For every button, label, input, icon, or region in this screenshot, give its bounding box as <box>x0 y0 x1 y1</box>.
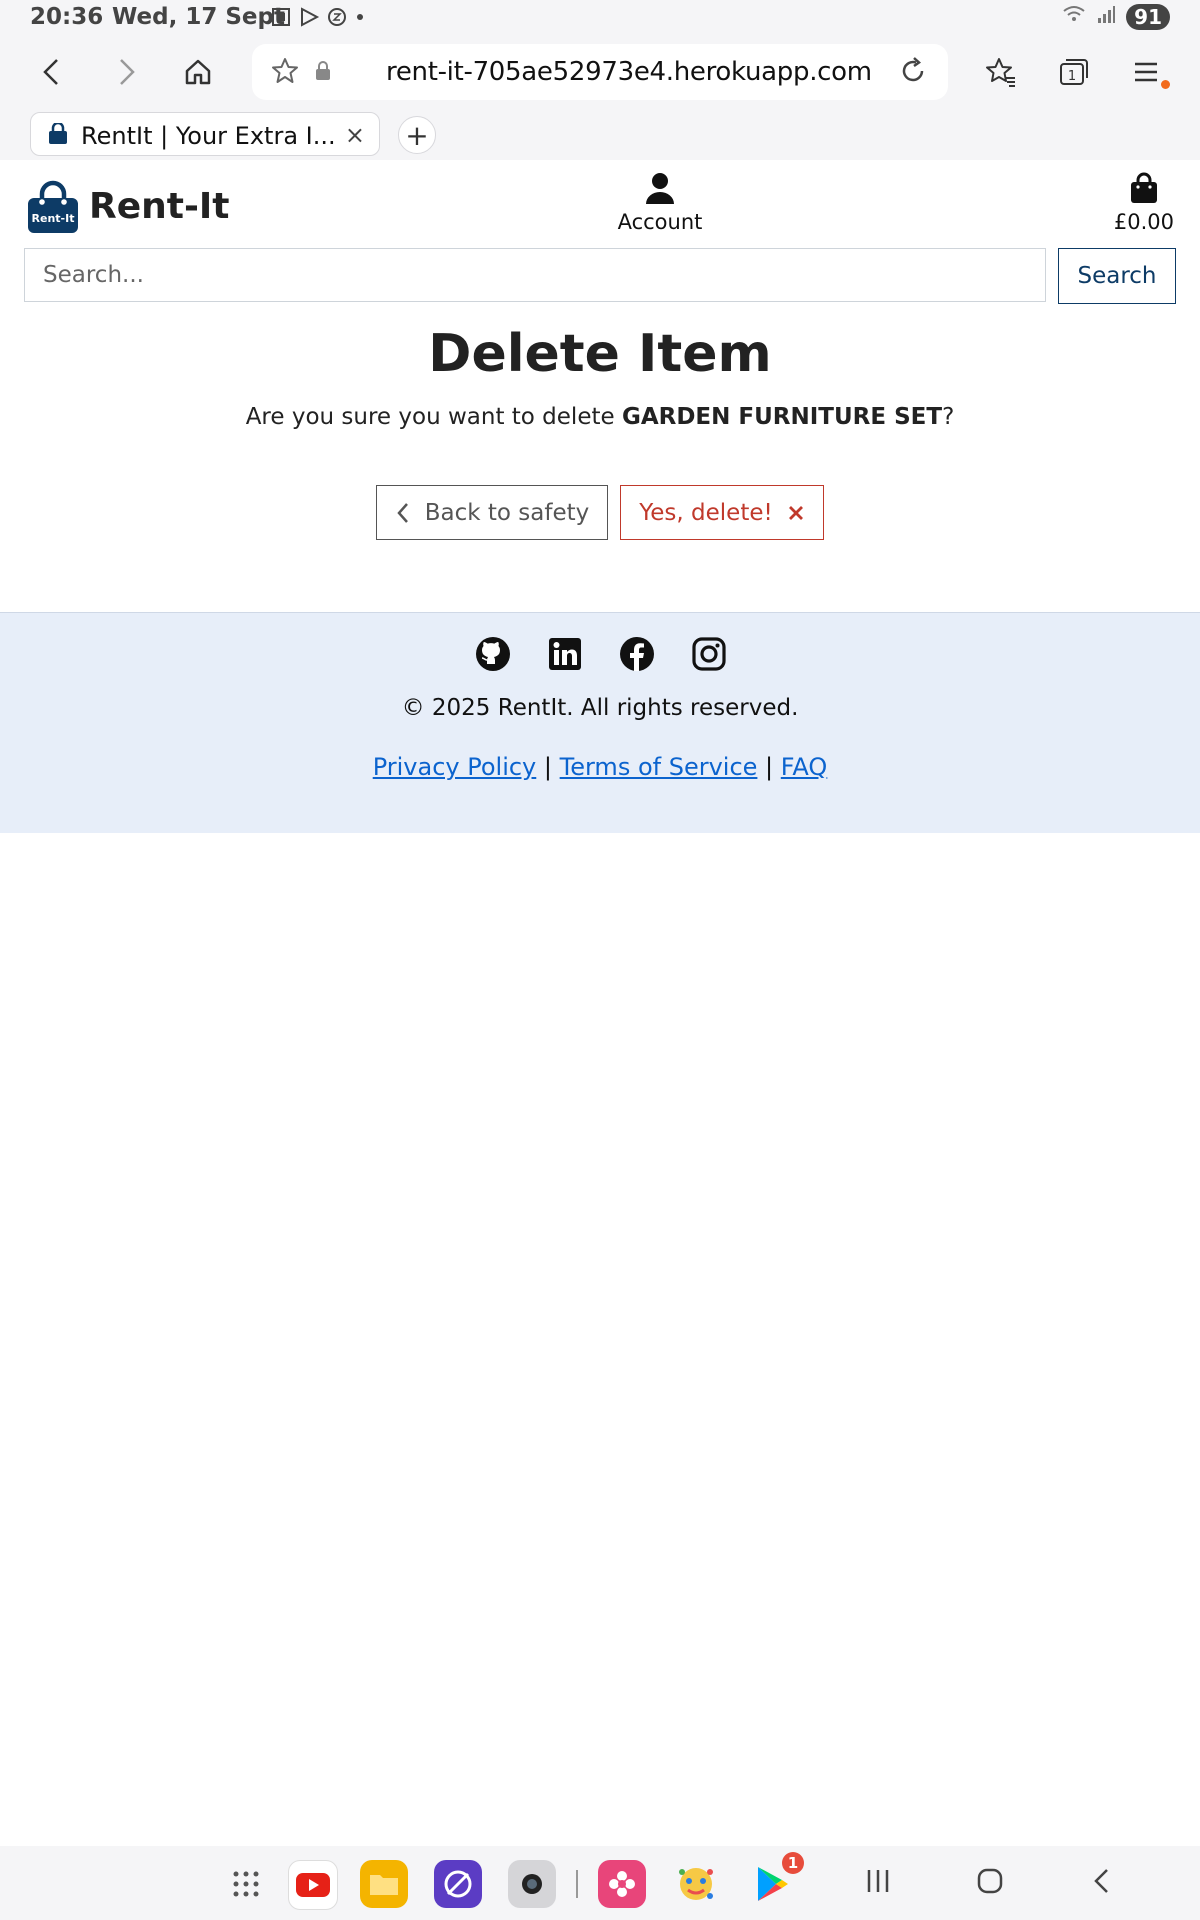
hamburger-menu-icon <box>1135 62 1157 82</box>
bookmarks-button[interactable] <box>979 50 1023 94</box>
link-separator: | <box>765 753 774 781</box>
bookmarks-star-icon <box>986 58 1015 87</box>
screenshot-icon <box>270 6 292 28</box>
camera-icon[interactable] <box>508 1860 556 1908</box>
bag-logo-icon: Rent-It <box>28 180 78 233</box>
tab-strip: RentIt | Your Extra I... × + <box>0 108 1200 160</box>
back-button[interactable] <box>1090 1866 1114 1900</box>
terms-of-service-link[interactable]: Terms of Service <box>560 753 758 781</box>
back-button-label: Back to safety <box>424 499 590 526</box>
back-nav-button[interactable] <box>30 50 74 94</box>
menu-notification-dot <box>1161 80 1170 89</box>
bookmark-star-icon[interactable] <box>270 56 300 90</box>
files-icon[interactable] <box>360 1860 408 1908</box>
home-nav-button[interactable] <box>976 1866 1004 1900</box>
github-icon[interactable] <box>474 635 512 673</box>
page-title: Delete Item <box>428 324 772 384</box>
kids-app-icon[interactable] <box>672 1860 720 1908</box>
basket-total: £0.00 <box>1113 210 1174 234</box>
dock-separator <box>576 1870 578 1898</box>
basket-link[interactable]: £0.00 <box>1114 172 1174 234</box>
new-tab-button[interactable]: + <box>398 116 436 154</box>
social-links <box>474 635 728 673</box>
favicon-bag-icon <box>47 121 69 149</box>
app-drawer-icon[interactable] <box>222 1860 270 1908</box>
browser-toolbar: rent-it-705ae52973e4.herokuapp.com 1 <box>0 36 1200 108</box>
recents-icon <box>867 1870 889 1892</box>
android-dock: 1 <box>0 1846 1200 1920</box>
tab-close-icon[interactable]: × <box>345 121 365 149</box>
question-prefix: Are you sure you want to delete <box>245 404 622 430</box>
status-date: Wed, 17 Sept <box>112 4 285 30</box>
home-circle-icon <box>977 1868 1003 1894</box>
recents-button[interactable] <box>864 1866 892 1900</box>
dot-icon <box>354 6 366 28</box>
tabs-icon: 1 <box>1060 59 1088 85</box>
brand-name[interactable]: Rent-It <box>89 186 230 227</box>
logo-text: Rent-It <box>32 212 75 225</box>
play-icon <box>298 6 320 28</box>
home-button[interactable] <box>176 50 220 94</box>
link-separator: | <box>543 753 552 781</box>
user-icon <box>646 173 674 204</box>
back-chevron-icon <box>1094 1869 1108 1893</box>
bedtime-icon <box>326 6 348 28</box>
delete-button-label: Yes, delete! <box>639 499 773 526</box>
account-label: Account <box>617 210 703 234</box>
home-icon <box>185 59 211 85</box>
brand-logo[interactable]: Rent-It <box>26 180 80 238</box>
facebook-icon[interactable] <box>618 635 656 673</box>
question-suffix: ? <box>942 404 955 430</box>
gallery-icon[interactable] <box>598 1860 646 1908</box>
wifi-icon <box>1062 4 1086 30</box>
search-input[interactable] <box>24 248 1046 302</box>
back-to-safety-button[interactable]: Back to safety <box>376 485 608 540</box>
reload-icon[interactable] <box>898 56 928 90</box>
linkedin-icon[interactable] <box>546 635 584 673</box>
instagram-icon[interactable] <box>690 635 728 673</box>
close-x-icon <box>788 505 803 520</box>
browser-tab[interactable]: RentIt | Your Extra I... × <box>30 112 380 156</box>
site-header: Rent-It Rent-It Account £0.00 <box>0 160 1200 246</box>
faq-link[interactable]: FAQ <box>781 753 828 781</box>
youtube-icon[interactable] <box>288 1860 338 1910</box>
search-button[interactable]: Search <box>1058 248 1176 304</box>
tabs-button[interactable]: 1 <box>1052 50 1096 94</box>
status-bar: 20:36 Wed, 17 Sept 91 <box>0 0 1200 36</box>
internet-browser-icon[interactable] <box>434 1860 482 1908</box>
footer-links: Privacy Policy | Terms of Service | FAQ <box>0 753 1200 781</box>
item-name: GARDEN FURNITURE SET <box>621 404 943 430</box>
confirm-delete-button[interactable]: Yes, delete! <box>620 485 824 540</box>
chevron-right-icon <box>120 59 135 85</box>
url-text: rent-it-705ae52973e4.herokuapp.com <box>386 57 872 87</box>
play-store-badge: 1 <box>782 1852 804 1874</box>
forward-nav-button[interactable] <box>104 50 148 94</box>
signal-icon <box>1096 4 1116 30</box>
status-notification-icons <box>270 6 366 28</box>
shopping-bag-icon <box>1130 172 1157 203</box>
status-time: 20:36 <box>30 4 104 30</box>
lock-icon <box>314 60 332 86</box>
tab-count: 1 <box>1068 69 1076 84</box>
copyright-text: © 2025 RentIt. All rights reserved. <box>401 695 799 721</box>
address-bar[interactable]: rent-it-705ae52973e4.herokuapp.com <box>252 44 948 100</box>
chevron-left-icon <box>397 502 408 523</box>
battery-level: 91 <box>1126 4 1170 30</box>
delete-confirmation-text: Are you sure you want to delete GARDEN F… <box>0 404 1200 430</box>
privacy-policy-link[interactable]: Privacy Policy <box>373 753 537 781</box>
site-footer: © 2025 RentIt. All rights reserved. Priv… <box>0 612 1200 833</box>
chevron-left-icon <box>43 59 58 85</box>
tab-title: RentIt | Your Extra I... <box>81 122 336 150</box>
account-link[interactable]: Account <box>600 172 720 234</box>
